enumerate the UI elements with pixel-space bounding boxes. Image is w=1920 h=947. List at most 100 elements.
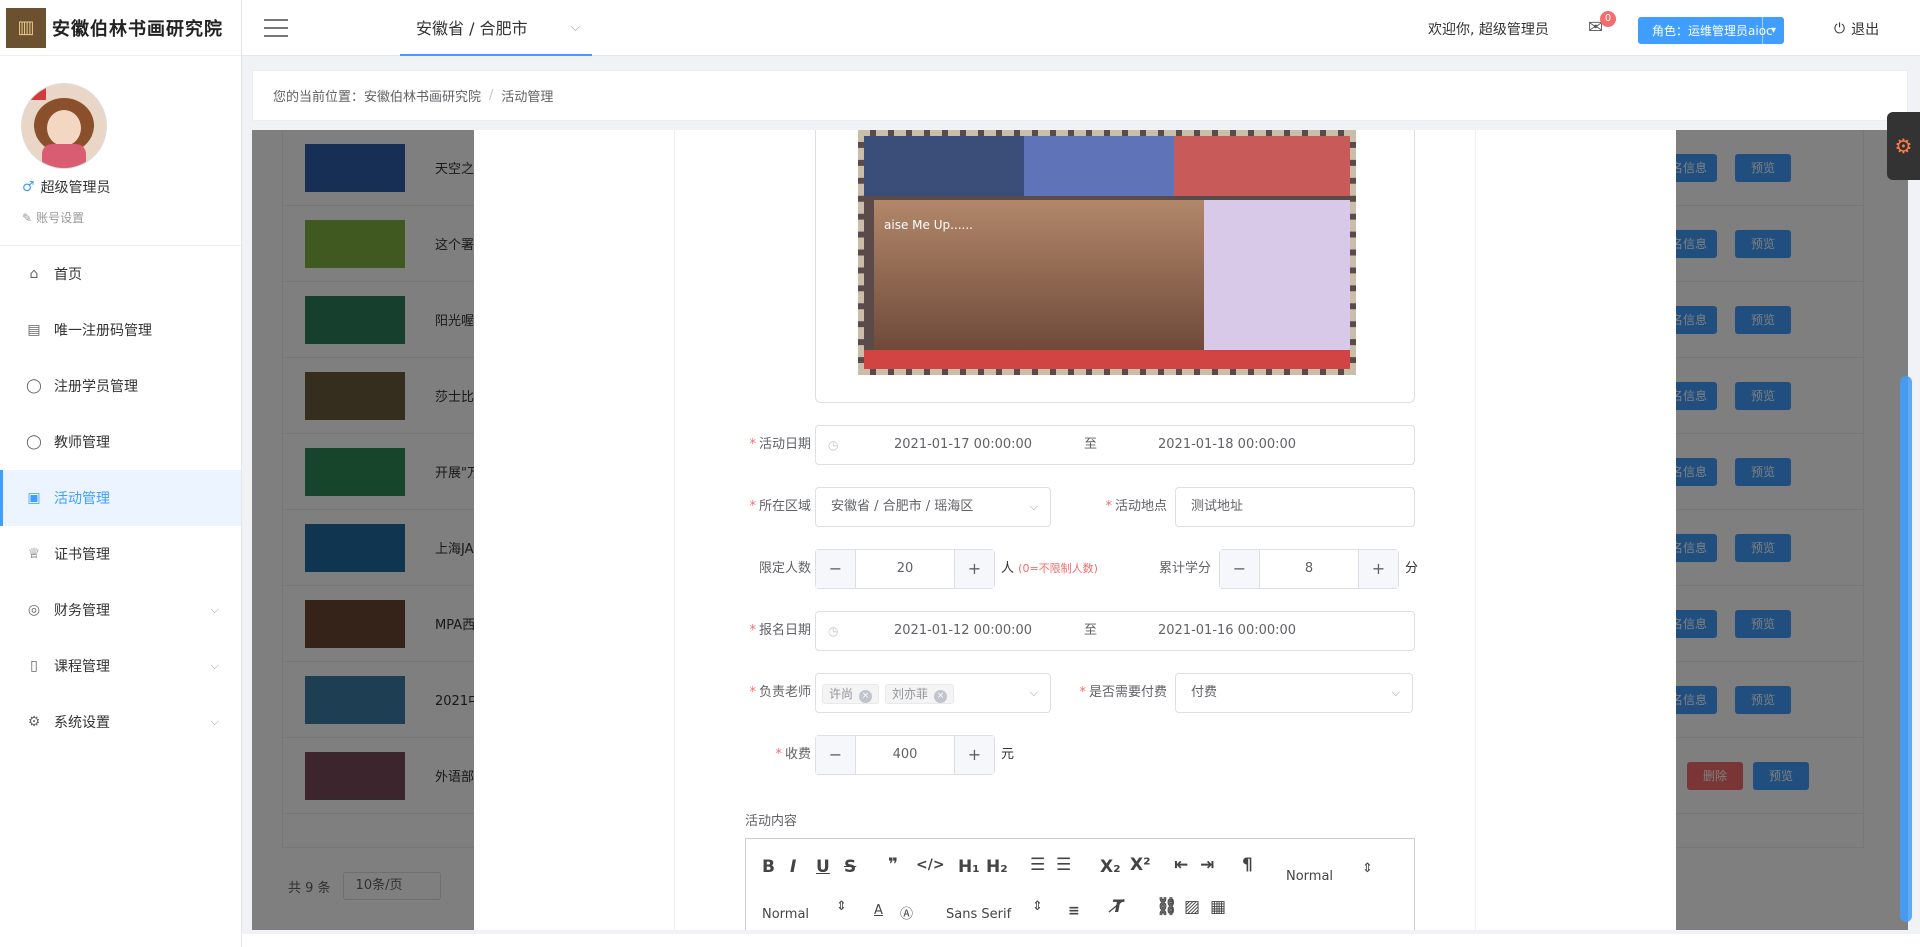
activity-date-label: * 活动日期 bbox=[749, 437, 811, 452]
header-select[interactable]: Normal bbox=[1286, 869, 1333, 884]
hamburger-menu-icon[interactable] bbox=[264, 19, 288, 37]
activity-start-date[interactable]: 2021-01-17 00:00:00 bbox=[894, 426, 1032, 464]
close-icon[interactable]: × bbox=[859, 690, 873, 703]
logout-label: 退出 bbox=[1851, 22, 1880, 38]
edit-icon: ✎ bbox=[22, 210, 33, 225]
bold-icon[interactable]: B bbox=[762, 857, 775, 877]
credits-stepper[interactable]: − 8 + bbox=[1219, 549, 1399, 589]
fee-label: * 收费 bbox=[775, 747, 811, 762]
chevron-down-icon: ⌵ bbox=[210, 603, 219, 616]
text-direction-icon[interactable]: ¶ bbox=[1242, 855, 1253, 875]
bullet-list-icon[interactable]: ☰ bbox=[1056, 855, 1071, 875]
activity-date-range[interactable]: ◷ 2021-01-17 00:00:00 至 2021-01-18 00:00… bbox=[815, 425, 1415, 465]
strikethrough-icon[interactable]: S bbox=[844, 857, 856, 877]
increment-button[interactable]: + bbox=[954, 550, 994, 588]
superscript-icon[interactable]: X² bbox=[1130, 855, 1151, 875]
limit-label: 限定人数 bbox=[758, 561, 811, 576]
image-icon[interactable]: ▨ bbox=[1184, 897, 1200, 917]
signup-start-date[interactable]: 2021-01-12 00:00:00 bbox=[894, 612, 1032, 650]
heading-2-icon[interactable]: H₂ bbox=[986, 857, 1008, 877]
page-scrollbar[interactable] bbox=[1900, 376, 1912, 922]
poster-upload[interactable]: aise Me Up...... bbox=[815, 130, 1415, 403]
need-pay-value: 付费 bbox=[1191, 685, 1218, 700]
credits-value[interactable]: 8 bbox=[1260, 550, 1358, 588]
logo[interactable]: ▥ 安徽伯林书画研究院 bbox=[0, 0, 241, 56]
mail-button[interactable]: ✉ 0 bbox=[1588, 11, 1616, 38]
sidebar-item-teachers[interactable]: ◯ 教师管理 bbox=[0, 414, 241, 470]
sidebar-item-students[interactable]: ◯ 注册学员管理 bbox=[0, 358, 241, 414]
breadcrumb-root[interactable]: 安徽伯林书画研究院 bbox=[364, 86, 481, 105]
font-select[interactable]: Sans Serif bbox=[946, 907, 1011, 922]
teachers-select[interactable]: 许尚 × 刘亦菲 × ⌵ bbox=[815, 673, 1051, 713]
indent-icon[interactable]: ⇥ bbox=[1200, 855, 1214, 875]
avatar[interactable] bbox=[22, 84, 106, 168]
logo-mark-icon: ▥ bbox=[6, 7, 46, 48]
sidebar-item-label: 财务管理 bbox=[54, 603, 110, 619]
sidebar-item-registration-codes[interactable]: ▤ 唯一注册码管理 bbox=[0, 302, 241, 358]
sidebar-item-courses[interactable]: ▯ 课程管理 ⌵ bbox=[0, 638, 241, 694]
gift-icon: ▣ bbox=[27, 490, 41, 506]
signup-end-date[interactable]: 2021-01-16 00:00:00 bbox=[1158, 612, 1296, 650]
sidebar-item-label: 首页 bbox=[54, 267, 82, 283]
limit-value[interactable]: 20 bbox=[856, 550, 954, 588]
limit-stepper[interactable]: − 20 + bbox=[815, 549, 995, 589]
region-selector[interactable]: 安徽省 / 合肥市 ⌵ bbox=[400, 0, 592, 56]
subscript-icon[interactable]: X₂ bbox=[1100, 857, 1121, 877]
sidebar-item-settings[interactable]: ⚙ 系统设置 ⌵ bbox=[0, 694, 241, 750]
align-icon[interactable]: ≡ bbox=[1068, 903, 1080, 919]
activity-end-date[interactable]: 2021-01-18 00:00:00 bbox=[1158, 426, 1296, 464]
text-color-icon[interactable]: A bbox=[874, 903, 883, 918]
sidebar-item-home[interactable]: ⌂ 首页 bbox=[0, 246, 241, 302]
sidebar-item-label: 教师管理 bbox=[54, 435, 110, 451]
outdent-icon[interactable]: ⇤ bbox=[1174, 855, 1188, 875]
teachers-label: * 负责老师 bbox=[749, 685, 811, 700]
heading-1-icon[interactable]: H₁ bbox=[958, 857, 980, 877]
decrement-button[interactable]: − bbox=[816, 736, 856, 774]
clear-format-icon[interactable]: T̸ bbox=[1112, 897, 1124, 917]
fee-stepper[interactable]: − 400 + bbox=[815, 735, 995, 775]
sidebar-item-activities[interactable]: ▣ 活动管理 bbox=[0, 470, 241, 526]
coins-icon: ◎ bbox=[27, 602, 41, 618]
decrement-button[interactable]: − bbox=[816, 550, 856, 588]
role-dropdown-button[interactable]: 角色：运维管理员aioc ▾ bbox=[1638, 17, 1784, 44]
area-value: 安徽省 / 合肥市 / 瑶海区 bbox=[831, 499, 974, 514]
role-label: 角色：运维管理员aioc bbox=[1652, 24, 1773, 38]
select-arrows-icon: ⇕ bbox=[836, 899, 847, 914]
ordered-list-icon[interactable]: ☰ bbox=[1030, 855, 1045, 875]
increment-button[interactable]: + bbox=[1358, 550, 1398, 588]
logout-button[interactable]: ⏻ 退出 bbox=[1834, 19, 1879, 39]
blockquote-icon[interactable]: ❞ bbox=[888, 855, 898, 875]
size-select[interactable]: Normal bbox=[762, 907, 809, 922]
sidebar-item-certificates[interactable]: ♕ 证书管理 bbox=[0, 526, 241, 582]
close-icon[interactable]: × bbox=[934, 690, 948, 703]
code-icon[interactable]: </> bbox=[916, 857, 945, 873]
link-icon[interactable]: ⛓ bbox=[1156, 897, 1178, 917]
signup-date-range[interactable]: ◷ 2021-01-12 00:00:00 至 2021-01-16 00:00… bbox=[815, 611, 1415, 651]
location-input[interactable]: 测试地址 bbox=[1175, 487, 1415, 527]
clock-icon: ◷ bbox=[828, 624, 839, 638]
need-pay-select[interactable]: 付费 ⌵ bbox=[1175, 673, 1413, 713]
background-color-icon[interactable]: Ⓐ bbox=[900, 903, 913, 922]
select-arrows-icon: ⇕ bbox=[1362, 861, 1373, 876]
theme-settings-tab[interactable]: ⚙ bbox=[1887, 112, 1920, 180]
teacher-tag: 刘亦菲 × bbox=[885, 684, 955, 704]
video-icon[interactable]: ▦ bbox=[1210, 897, 1226, 917]
account-settings-label: 账号设置 bbox=[36, 211, 85, 225]
limit-hint: (0=不限制人数) bbox=[1018, 562, 1098, 575]
sidebar-item-label: 唯一注册码管理 bbox=[54, 323, 152, 339]
need-pay-label: * 是否需要付费 bbox=[1079, 685, 1167, 700]
italic-icon[interactable]: I bbox=[790, 857, 796, 877]
teacher-row: * 负责老师 许尚 × 刘亦菲 × ⌵ * 是否需要付费 付费 ⌵ bbox=[675, 673, 1477, 713]
fee-value[interactable]: 400 bbox=[856, 736, 954, 774]
fee-unit: 元 bbox=[1001, 747, 1015, 762]
signup-date-row: * 报名日期 ◷ 2021-01-12 00:00:00 至 2021-01-16… bbox=[675, 611, 1477, 651]
sidebar-item-finance[interactable]: ◎ 财务管理 ⌵ bbox=[0, 582, 241, 638]
chevron-down-icon[interactable]: ▾ bbox=[1762, 17, 1784, 44]
increment-button[interactable]: + bbox=[954, 736, 994, 774]
account-settings-link[interactable]: ✎ 账号设置 bbox=[22, 209, 241, 226]
underline-icon[interactable]: U bbox=[816, 857, 830, 877]
rich-text-editor: B I U S ❞ </> H₁ H₂ ☰ ☰ X₂ X² ⇤ ⇥ ¶ Norm… bbox=[745, 838, 1415, 930]
area-select[interactable]: 安徽省 / 合肥市 / 瑶海区 ⌵ bbox=[815, 487, 1051, 527]
decrement-button[interactable]: − bbox=[1220, 550, 1260, 588]
sidebar-item-label: 系统设置 bbox=[54, 715, 110, 731]
